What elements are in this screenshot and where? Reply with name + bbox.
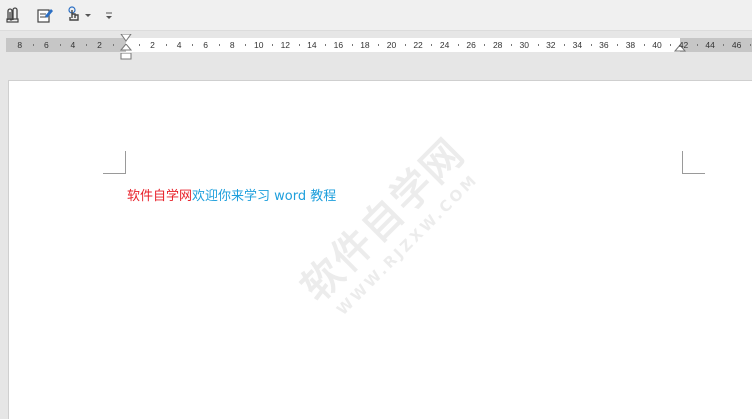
ruler-tick-label: 6: [203, 40, 209, 50]
ruler-tick-label: 36: [599, 40, 609, 50]
quick-access-toolbar: [0, 0, 752, 31]
customize-toolbar-icon: [106, 12, 112, 19]
ruler-tick-label: 10: [254, 40, 264, 50]
ruler-minor-tick: [165, 44, 167, 46]
ruler-tick-label: 20: [386, 40, 397, 50]
ruler-minor-tick: [86, 44, 88, 46]
ruler-minor-tick: [723, 44, 725, 46]
ruler-left-margin: [6, 38, 126, 52]
ruler-tick-label: 46: [731, 40, 742, 50]
ruler-tick-label: 4: [176, 40, 182, 50]
ruler-minor-tick: [272, 44, 274, 46]
ruler-minor-tick: [218, 44, 220, 46]
ruler-tick-label: 2: [150, 40, 155, 50]
ruler-tick-label: 16: [333, 40, 344, 50]
margin-crop-mark-top-left: [103, 151, 126, 174]
ruler-tick-label: 8: [17, 40, 23, 50]
watermark: 软件自学网 WWW.RJZXW.COM: [254, 91, 544, 381]
ruler-minor-tick: [564, 44, 566, 46]
ruler-minor-tick: [59, 44, 61, 46]
ruler-minor-tick: [404, 44, 406, 46]
edit-document-button[interactable]: [36, 4, 54, 26]
ruler-tick-label: 32: [546, 40, 556, 50]
ruler-tick-label: 6: [43, 40, 49, 50]
attach-icon: [6, 7, 19, 23]
ruler-tick-label: 30: [519, 40, 529, 50]
red-text-run[interactable]: 软件自学网: [127, 189, 192, 204]
ruler-minor-tick: [484, 44, 486, 46]
ruler-minor-tick: [112, 44, 114, 46]
blue-text-run[interactable]: 欢迎你来学习 word 教程: [192, 189, 336, 204]
ruler-minor-tick: [325, 44, 327, 46]
ruler-tick-label: 14: [307, 40, 317, 50]
margin-crop-mark-top-right: [682, 151, 705, 174]
ruler-minor-tick: [378, 44, 380, 46]
ruler-tick-label: 24: [439, 40, 450, 50]
ruler-tick-label: 18: [360, 40, 370, 50]
ruler-tick-label: 42: [678, 40, 689, 50]
edit-document-icon: [37, 9, 53, 23]
document-page[interactable]: 软件自学网 WWW.RJZXW.COM 软件自学网欢迎你来学习 word 教程: [8, 80, 752, 419]
ruler-minor-tick: [245, 44, 247, 46]
ruler-minor-tick: [696, 44, 698, 46]
ruler-tick-label: 26: [466, 40, 476, 50]
ruler-tick-label: 8: [229, 40, 235, 50]
watermark-url-text: WWW.RJZXW.COM: [333, 170, 482, 319]
left-indent-marker[interactable]: [120, 53, 132, 60]
ruler-minor-tick: [749, 44, 751, 46]
attach-button[interactable]: [4, 4, 22, 26]
ruler-minor-tick: [670, 44, 672, 46]
touch-mode-button[interactable]: [66, 4, 82, 26]
first-line-indent-marker[interactable]: [120, 34, 132, 43]
ruler-tick-label: 38: [625, 40, 636, 50]
touch-mode-dropdown[interactable]: [84, 4, 92, 26]
customize-toolbar-button[interactable]: [104, 4, 114, 26]
ruler-tick-label: 44: [705, 40, 715, 50]
ruler-tick-label: 34: [572, 40, 583, 50]
ruler-minor-tick: [351, 44, 353, 46]
ruler-minor-tick: [33, 44, 35, 46]
ruler-minor-tick: [457, 44, 459, 46]
ruler-minor-tick: [617, 44, 619, 46]
ruler-tick-label: 40: [652, 40, 662, 50]
document-text-line[interactable]: 软件自学网欢迎你来学习 word 教程: [127, 188, 336, 206]
chevron-down-icon: [85, 14, 91, 17]
ruler-tick-label: 12: [280, 40, 291, 50]
horizontal-ruler[interactable]: 8 6 4 2 2 4 6 8 10 12 14 16 18 20 22 24 26 28 30 32 34 36 38 40…: [6, 34, 752, 60]
ruler-tick-label: 4: [70, 40, 76, 50]
ruler-minor-tick: [590, 44, 592, 46]
ruler-minor-tick: [139, 44, 141, 46]
watermark-main-text: 软件自学网: [292, 129, 474, 311]
touch-mode-icon: [68, 6, 79, 21]
ruler-minor-tick: [298, 44, 300, 46]
ruler-minor-tick: [510, 44, 512, 46]
ruler-minor-tick: [643, 44, 645, 46]
ruler-tick-label: 28: [492, 40, 503, 50]
ruler-minor-tick: [431, 44, 433, 46]
ruler-tick-label: 2: [97, 40, 102, 50]
ruler-minor-tick: [192, 44, 194, 46]
ruler-tick-label: 22: [413, 40, 423, 50]
ruler-minor-tick: [537, 44, 539, 46]
